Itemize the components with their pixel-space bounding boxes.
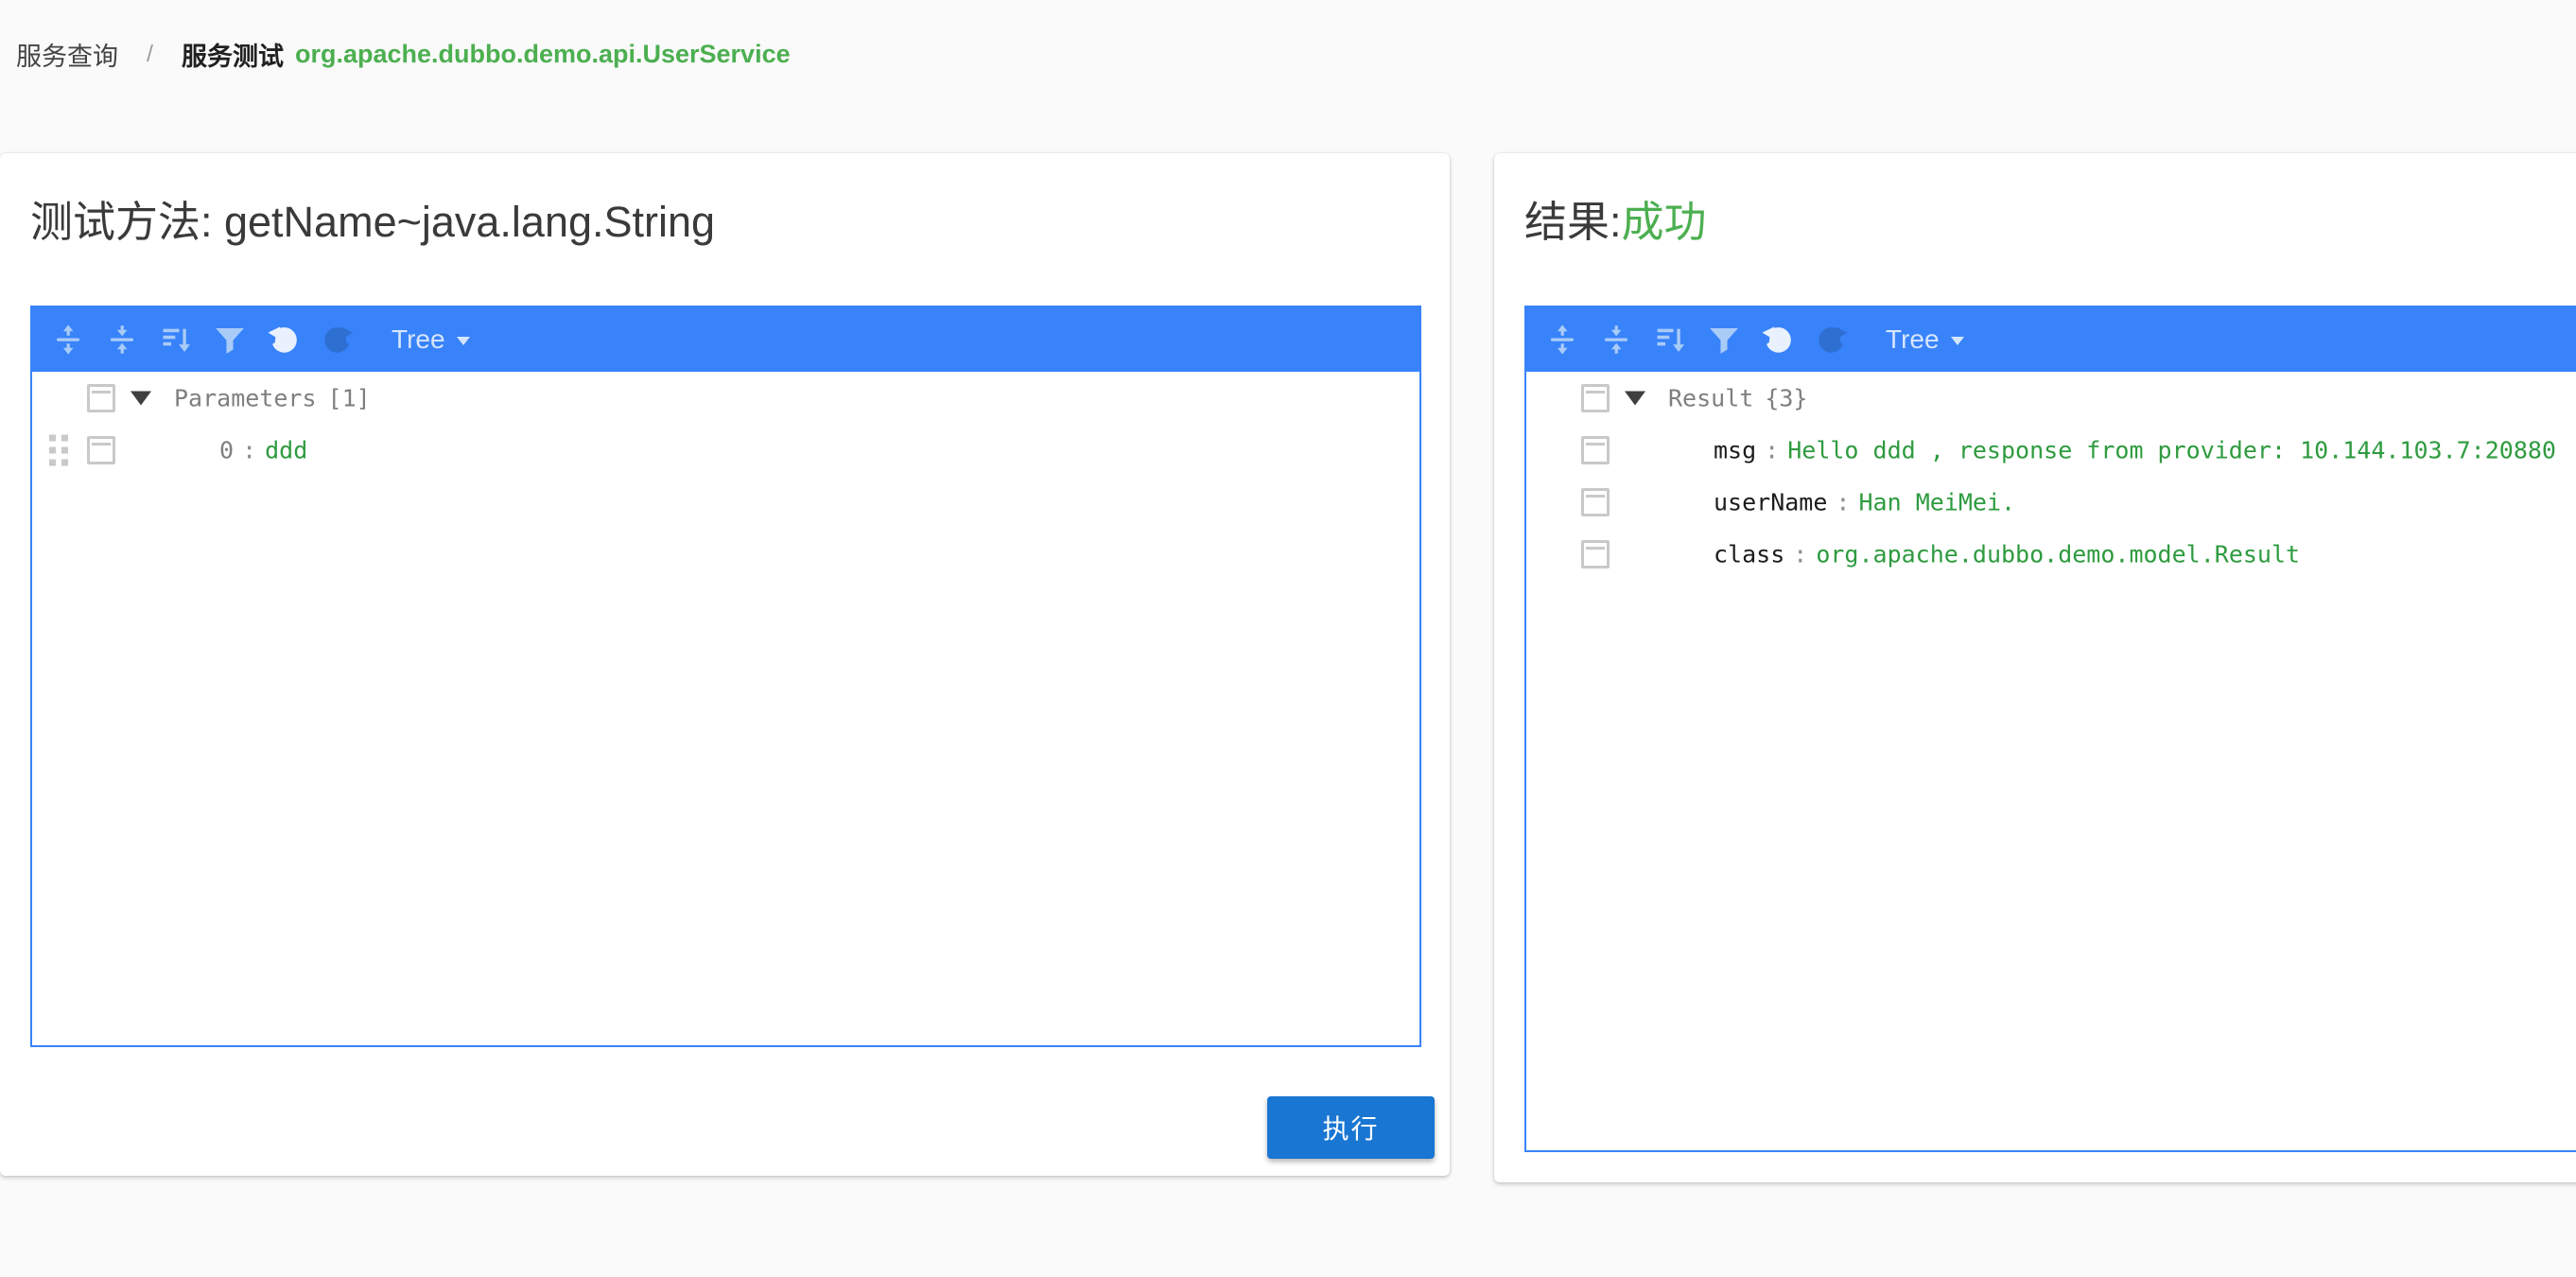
collapse-all-button[interactable] bbox=[1595, 319, 1637, 360]
redo-icon bbox=[322, 324, 354, 356]
result-key: msg bbox=[1714, 436, 1756, 464]
editor-content: Parameters [1] 0 : ddd bbox=[32, 372, 1419, 476]
filter-button[interactable] bbox=[209, 319, 251, 360]
tree-row: 0 : ddd bbox=[32, 424, 1419, 476]
actions-menu-button[interactable] bbox=[1581, 540, 1610, 569]
tree-mode-dropdown[interactable]: Tree bbox=[1886, 324, 1964, 355]
actions-menu-button[interactable] bbox=[1581, 384, 1610, 412]
test-method-title: 测试方法: getName~java.lang.String bbox=[30, 187, 715, 249]
result-status-text: 成功 bbox=[1622, 198, 1707, 246]
root-field-label: Result bbox=[1668, 384, 1753, 411]
collapse-toggle-icon[interactable] bbox=[1625, 391, 1645, 405]
field-separator: : bbox=[1793, 540, 1807, 568]
parameters-json-editor: Tree Parameters [1] 0 : ddd bbox=[30, 306, 1421, 1047]
expand-all-icon bbox=[52, 324, 84, 356]
editor-content: Result {3} msg : Hello ddd , response fr… bbox=[1526, 372, 2576, 580]
collapse-all-icon bbox=[1600, 324, 1632, 356]
root-field-label: Parameters bbox=[174, 384, 317, 411]
result-value: Han MeiMei. bbox=[1858, 488, 2015, 516]
breadcrumb-item-service-search[interactable]: 服务查询 bbox=[16, 36, 118, 73]
execute-button[interactable]: 执行 bbox=[1267, 1096, 1435, 1159]
collapse-all-icon bbox=[106, 324, 138, 356]
editor-toolbar: Tree bbox=[32, 307, 1419, 372]
breadcrumb-separator: / bbox=[147, 41, 153, 68]
root-count-label: [1] bbox=[328, 384, 371, 411]
field-separator: : bbox=[242, 436, 256, 464]
breadcrumb-item-service-test: 服务测试 bbox=[182, 36, 284, 73]
result-title-prefix: 结果: bbox=[1524, 198, 1622, 246]
actions-menu-button[interactable] bbox=[1581, 488, 1610, 516]
root-count-label: {3} bbox=[1765, 384, 1807, 411]
undo-button[interactable] bbox=[1757, 319, 1799, 360]
sort-button[interactable] bbox=[1649, 319, 1691, 360]
tree-row: msg : Hello ddd , response from provider… bbox=[1526, 424, 2576, 476]
sort-icon bbox=[1654, 324, 1686, 356]
drag-handle-icon[interactable] bbox=[49, 434, 56, 441]
tree-row: Parameters [1] bbox=[32, 372, 1419, 424]
tree-mode-label: Tree bbox=[1886, 324, 1940, 355]
field-separator: : bbox=[1765, 436, 1779, 464]
result-key: class bbox=[1714, 540, 1784, 568]
actions-menu-button[interactable] bbox=[87, 384, 115, 412]
undo-icon bbox=[1762, 324, 1794, 356]
breadcrumb-service-name: org.apache.dubbo.demo.api.UserService bbox=[295, 40, 791, 69]
actions-menu-button[interactable] bbox=[87, 436, 115, 464]
redo-icon bbox=[1816, 324, 1848, 356]
expand-all-button[interactable] bbox=[1541, 319, 1583, 360]
expand-all-icon bbox=[1546, 324, 1578, 356]
result-title: 结果:成功 bbox=[1524, 187, 1707, 249]
tree-row: class : org.apache.dubbo.demo.model.Resu… bbox=[1526, 528, 2576, 580]
caret-down-icon bbox=[457, 337, 470, 345]
undo-button[interactable] bbox=[263, 319, 305, 360]
redo-button[interactable] bbox=[1811, 319, 1853, 360]
sort-icon bbox=[160, 324, 192, 356]
result-value: Hello ddd , response from provider: 10.1… bbox=[1787, 436, 2556, 464]
filter-button[interactable] bbox=[1703, 319, 1745, 360]
tree-mode-dropdown[interactable]: Tree bbox=[392, 324, 470, 355]
filter-icon bbox=[214, 324, 246, 356]
tree-row: userName : Han MeiMei. bbox=[1526, 476, 2576, 528]
actions-menu-button[interactable] bbox=[1581, 436, 1610, 464]
field-separator: : bbox=[1836, 488, 1850, 516]
tree-row: Result {3} bbox=[1526, 372, 2576, 424]
collapse-all-button[interactable] bbox=[101, 319, 143, 360]
param-value[interactable]: ddd bbox=[265, 436, 307, 464]
editor-toolbar: Tree bbox=[1526, 307, 2576, 372]
sort-button[interactable] bbox=[155, 319, 197, 360]
result-value: org.apache.dubbo.demo.model.Result bbox=[1816, 540, 2300, 568]
array-index-label: 0 bbox=[219, 436, 234, 464]
caret-down-icon bbox=[1951, 337, 1964, 345]
collapse-toggle-icon[interactable] bbox=[131, 391, 151, 405]
tree-mode-label: Tree bbox=[392, 324, 445, 355]
result-key: userName bbox=[1714, 488, 1827, 516]
filter-icon bbox=[1708, 324, 1740, 356]
test-method-card: 测试方法: getName~java.lang.String bbox=[0, 153, 1450, 1176]
result-json-editor: Tree Result {3} msg : Hello ddd , respon… bbox=[1524, 306, 2576, 1152]
result-card: 结果:成功 bbox=[1494, 153, 2576, 1182]
expand-all-button[interactable] bbox=[47, 319, 89, 360]
breadcrumb: 服务查询 / 服务测试 org.apache.dubbo.demo.api.Us… bbox=[16, 36, 791, 72]
redo-button[interactable] bbox=[317, 319, 358, 360]
undo-icon bbox=[268, 324, 300, 356]
